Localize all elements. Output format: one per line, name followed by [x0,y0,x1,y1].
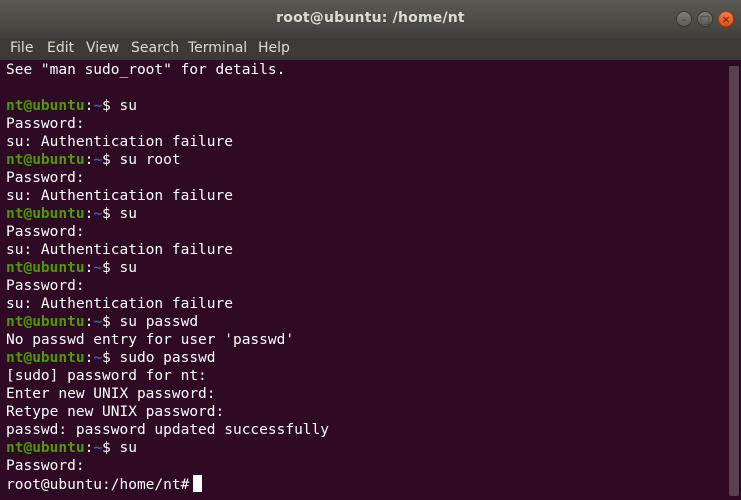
command-text: su [110,440,137,456]
terminal-line: nt@ubuntu:~$ su [6,440,137,456]
terminal-line: su: Authentication failure [6,295,721,313]
terminal-line: nt@ubuntu:~$ sudo passwd [6,350,216,366]
terminal-line: nt@ubuntu:~$ su [6,98,137,114]
prompt-path: ~ [93,98,103,114]
prompt-user: nt@ubuntu [6,152,85,168]
terminal-line: Password: [6,277,721,295]
output-text: su: Authentication failure [6,242,233,258]
menu-terminal[interactable]: Terminal [188,40,247,56]
output-text: No passwd entry for user 'passwd' [6,332,295,348]
terminal-line: Retype new UNIX password: [6,403,721,421]
output-text: su: Authentication failure [6,188,233,204]
terminal-line: Password: [6,223,721,241]
terminal-line: su: Authentication failure [6,241,721,259]
output-text: Retype new UNIX password: [6,404,225,420]
terminal-line: Password: [6,169,721,187]
menu-view[interactable]: View [86,40,119,56]
output-text: su: Authentication failure [6,296,233,312]
prompt-path: ~ [93,314,103,330]
output-text: See "man sudo_root" for details. [6,62,286,78]
terminal-line: su: Authentication failure [6,133,721,151]
command-text: su [110,260,137,276]
command-text: sudo passwd [110,350,216,366]
command-text: su [110,98,137,114]
menu-search[interactable]: Search [131,40,179,56]
terminal-line: [sudo] password for nt: [6,367,721,385]
output-text: [sudo] password for nt: [6,368,207,384]
output-text: root@ubuntu:/home/nt# [6,477,190,493]
terminal-line: passwd: password updated successfully [6,421,721,439]
terminal-line: Password: [6,115,721,133]
window-title: root@ubuntu: /home/nt [276,10,465,26]
terminal-line: nt@ubuntu:~$ su [6,206,137,222]
command-text: su [110,206,137,222]
terminal-line: Enter new UNIX password: [6,385,721,403]
output-text: Password: [6,116,85,132]
terminal-line: nt@ubuntu:~$ su passwd [6,314,199,330]
terminal-window: root@ubuntu: /home/nt – □ × File Edit Vi… [0,0,741,500]
prompt-user: nt@ubuntu [6,440,85,456]
output-text: su: Authentication failure [6,134,233,150]
title-bar[interactable]: root@ubuntu: /home/nt – □ × [0,0,741,39]
menu-edit[interactable]: Edit [47,40,74,56]
command-text: su passwd [110,314,199,330]
terminal-line: See "man sudo_root" for details. [6,61,721,79]
terminal-line: su: Authentication failure [6,187,721,205]
prompt-user: nt@ubuntu [6,98,85,114]
output-text: Password: [6,278,85,294]
prompt-path: ~ [93,206,103,222]
prompt-user: nt@ubuntu [6,260,85,276]
minimize-button[interactable]: – [676,11,692,27]
prompt-path: ~ [93,260,103,276]
menu-help[interactable]: Help [258,40,290,56]
prompt-path: ~ [93,440,103,456]
output-text: Password: [6,170,85,186]
terminal-line: root@ubuntu:/home/nt# [6,475,721,493]
scrollbar-thumb[interactable] [729,66,739,496]
prompt-path: ~ [93,350,103,366]
terminal-line: nt@ubuntu:~$ su [6,260,137,276]
terminal-line: Password: [6,457,721,475]
prompt-path: ~ [93,152,103,168]
prompt-user: nt@ubuntu [6,206,85,222]
menu-file[interactable]: File [10,40,33,56]
terminal-line: No passwd entry for user 'passwd' [6,331,721,349]
output-text: Password: [6,458,85,474]
close-button[interactable]: × [718,11,734,27]
output-text: Enter new UNIX password: [6,386,216,402]
command-text: su root [110,152,181,168]
output-text: passwd: password updated successfully [6,422,330,438]
prompt-user: nt@ubuntu [6,314,85,330]
output-text: Password: [6,224,85,240]
maximize-button[interactable]: □ [697,11,713,27]
terminal-line: nt@ubuntu:~$ su root [6,152,181,168]
text-cursor [193,475,203,492]
terminal-output[interactable]: See "man sudo_root" for details. nt@ubunt… [6,61,721,500]
prompt-user: nt@ubuntu [6,350,85,366]
menu-bar: File Edit View Search Terminal Help [0,38,741,60]
